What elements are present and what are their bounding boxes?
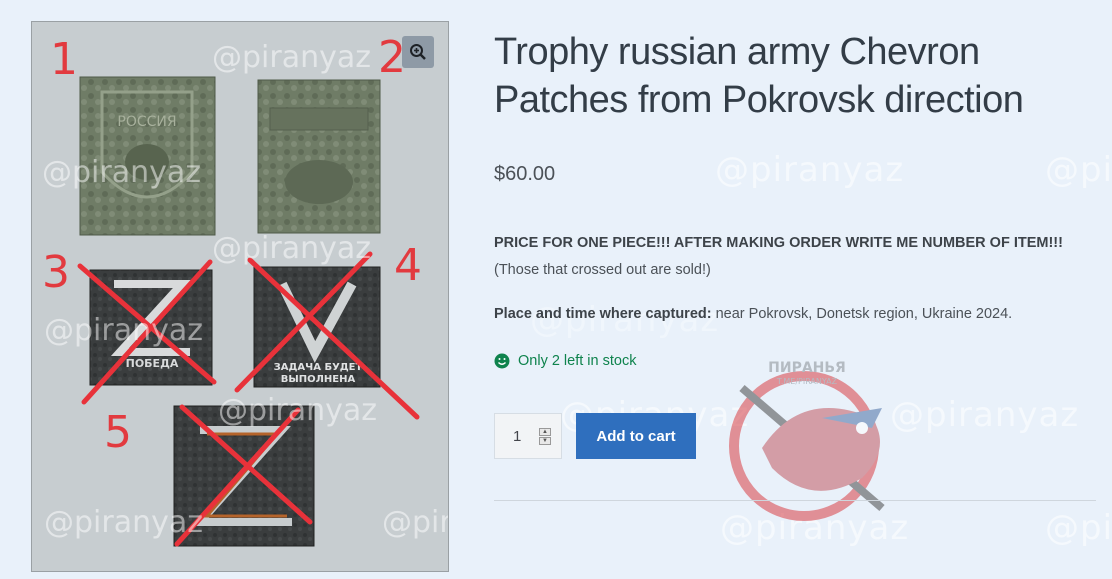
svg-text:@piranyaz: @piranyaz xyxy=(212,40,371,75)
logo-title: ПИРАНЬЯ xyxy=(768,360,846,376)
patch-4: ЗАДАЧА БУДЕТ ВЫПОЛНЕНА xyxy=(253,266,381,388)
product-description: PRICE FOR ONE PIECE!!! AFTER MAKING ORDE… xyxy=(494,230,1084,284)
number-5: 5 xyxy=(104,407,132,458)
decrement-icon[interactable]: ▼ xyxy=(539,436,551,445)
patch-2 xyxy=(257,79,381,234)
svg-text:@piranyaz: @piranyaz xyxy=(44,505,203,540)
description-rest: (Those that crossed out are sold!) xyxy=(494,262,711,278)
capture-info: Place and time where captured: near Pokr… xyxy=(494,304,1084,324)
product-image[interactable]: РОССИЯ ПОБЕДА ЗАДАЧА БУДЕТ ВЫПОЛНЕНА 1 2… xyxy=(32,22,448,571)
add-to-cart-button[interactable]: Add to cart xyxy=(576,413,696,459)
quantity-stepper[interactable]: 1 ▲ ▼ xyxy=(494,413,562,459)
number-1: 1 xyxy=(50,34,78,85)
divider xyxy=(494,500,1096,501)
stock-text: Only 2 left in stock xyxy=(518,353,637,369)
svg-text:@piranyaz: @piranyaz xyxy=(218,393,377,428)
watermark-text: @piranyaz xyxy=(1045,150,1112,190)
captured-value: near Pokrovsk, Donetsk region, Ukraine 2… xyxy=(711,306,1013,322)
zoom-button[interactable] xyxy=(402,36,434,68)
quantity-spinner[interactable]: ▲ ▼ xyxy=(539,427,551,445)
magnifier-plus-icon xyxy=(410,44,426,60)
description-bold: PRICE FOR ONE PIECE!!! AFTER MAKING ORDE… xyxy=(494,235,1063,251)
svg-text:@piranyaz: @piranyaz xyxy=(44,313,203,348)
captured-label: Place and time where captured: xyxy=(494,306,712,322)
patch-4-line1: ЗАДАЧА БУДЕТ xyxy=(274,362,363,373)
svg-text:@piranyaz: @piranyaz xyxy=(382,505,448,540)
smile-check-icon xyxy=(494,353,510,369)
svg-text:@piranyaz: @piranyaz xyxy=(212,231,371,266)
watermark-text: @piranyaz xyxy=(890,395,1080,435)
stock-status: Only 2 left in stock xyxy=(494,353,636,369)
patch-1-label: РОССИЯ xyxy=(117,114,176,130)
patch-4-line2: ВЫПОЛНЕНА xyxy=(281,374,356,385)
product-title: Trophy russian army Chevron Patches from… xyxy=(494,31,1024,121)
number-3: 3 xyxy=(42,247,70,298)
piranha-logo: ПИРАНЬЯ T.ME/PIRANYAZ xyxy=(729,360,885,521)
increment-icon[interactable]: ▲ xyxy=(539,427,551,436)
svg-text:@piranyaz: @piranyaz xyxy=(42,155,201,190)
number-4: 4 xyxy=(394,240,422,291)
watermark-text: @piranyaz xyxy=(1045,508,1112,548)
quantity-value[interactable]: 1 xyxy=(513,428,521,445)
watermark-text: @piranyaz xyxy=(715,150,905,190)
product-price: $60.00 xyxy=(494,163,556,185)
patch-3-label: ПОБЕДА xyxy=(126,357,179,370)
logo-handle: T.ME/PIRANYAZ xyxy=(776,377,838,386)
